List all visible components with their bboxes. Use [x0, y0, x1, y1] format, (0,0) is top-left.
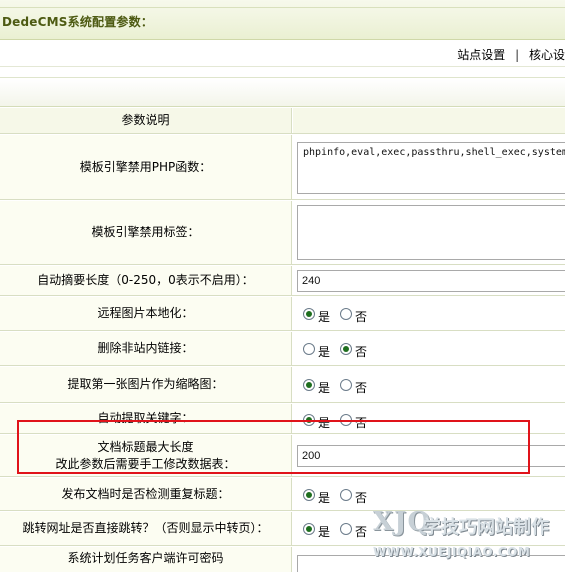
- table-row: 模板引擎禁用标签：: [0, 201, 565, 265]
- radio-no-label: 否: [355, 310, 368, 324]
- row-label: 模板引擎禁用PHP函数：: [0, 135, 292, 199]
- radio-yes[interactable]: [303, 522, 315, 535]
- radio-no[interactable]: [340, 378, 353, 391]
- table-row: 系统计划任务客户端许可密码: [0, 547, 565, 572]
- row-label-line2: 改此参数后需要手工修改数据表：: [55, 456, 236, 471]
- row-label: 系统计划任务客户端许可密码: [0, 547, 292, 572]
- title-bar: DedeCMS系统配置参数：: [0, 0, 565, 40]
- row-label: 模板引擎禁用标签：: [0, 201, 292, 264]
- row-label: 跳转网址是否直接跳转？（否则显示中转页）：: [0, 512, 292, 545]
- radio-yes-label: 是: [318, 416, 331, 430]
- column-header-description: 参数说明: [0, 108, 292, 133]
- radio-yes-label: 是: [318, 310, 331, 324]
- row-label-line1: 文档标题最大长度: [97, 439, 194, 454]
- table-row: 删除非站内链接： 是 否: [0, 332, 565, 366]
- table-row: 文档标题最大长度 改此参数后需要手工修改数据表： 200: [0, 435, 565, 477]
- radio-yes[interactable]: [303, 413, 315, 426]
- radio-yes[interactable]: [303, 307, 315, 320]
- table-row: 远程图片本地化： 是 否: [0, 297, 565, 331]
- nav-separator: |: [515, 48, 520, 62]
- radio-yes[interactable]: [303, 342, 315, 355]
- radio-yes-label: 是: [318, 381, 331, 395]
- table-row: 自动摘要长度（0-250，0表示不启用）： 240: [0, 266, 565, 296]
- table-row: 模板引擎禁用PHP函数： phpinfo,eval,exec,passthru,…: [0, 135, 565, 200]
- row-label: 远程图片本地化：: [0, 297, 292, 330]
- title-max-length-input[interactable]: 200: [297, 445, 565, 467]
- radio-yes-label: 是: [318, 525, 331, 539]
- radio-no-label: 否: [355, 381, 368, 395]
- nav-site-settings[interactable]: 站点设置: [457, 46, 505, 63]
- radio-no[interactable]: [340, 488, 353, 501]
- page-title: DedeCMS系统配置参数：: [2, 15, 154, 29]
- radio-yes-label: 是: [318, 345, 331, 359]
- radio-no[interactable]: [340, 413, 353, 426]
- table-row: 提取第一张图片作为缩略图： 是 否: [0, 367, 565, 403]
- task-client-password-input[interactable]: [297, 555, 565, 572]
- row-label: 文档标题最大长度 改此参数后需要手工修改数据表：: [0, 435, 292, 476]
- table-row: 跳转网址是否直接跳转？（否则显示中转页）： 是 否: [0, 512, 565, 546]
- summary-length-input[interactable]: 240: [297, 270, 565, 292]
- row-label: 提取第一张图片作为缩略图：: [0, 367, 292, 402]
- radio-no-label: 否: [355, 416, 368, 430]
- radio-no[interactable]: [340, 522, 353, 535]
- row-label: 删除非站内链接：: [0, 332, 292, 365]
- radio-no-label: 否: [355, 345, 368, 359]
- row-label: 发布文档时是否检测重复标题：: [0, 478, 292, 510]
- column-header-value: [293, 108, 565, 133]
- radio-yes[interactable]: [303, 488, 315, 501]
- disabled-php-functions-textarea[interactable]: phpinfo,eval,exec,passthru,shell_exec,sy…: [297, 142, 565, 194]
- radio-no[interactable]: [340, 307, 353, 320]
- row-label: 自动摘要长度（0-250，0表示不启用）：: [0, 266, 292, 295]
- radio-no-label: 否: [355, 491, 368, 505]
- disabled-tags-textarea[interactable]: [297, 205, 565, 260]
- radio-no-label: 否: [355, 525, 368, 539]
- radio-no[interactable]: [340, 342, 353, 355]
- radio-yes[interactable]: [303, 378, 315, 391]
- nav-core-settings[interactable]: 核心设: [529, 46, 565, 63]
- spacer: [0, 68, 565, 78]
- radio-yes-label: 是: [318, 491, 331, 505]
- table-row: 自动提取关键字： 是 否: [0, 404, 565, 434]
- section-band: [0, 79, 565, 107]
- settings-nav: 站点设置 | 核心设: [0, 40, 565, 67]
- table-header: 参数说明: [0, 108, 565, 134]
- row-label: 自动提取关键字：: [0, 404, 292, 433]
- title-divider: [0, 7, 565, 8]
- table-row: 发布文档时是否检测重复标题： 是 否: [0, 478, 565, 511]
